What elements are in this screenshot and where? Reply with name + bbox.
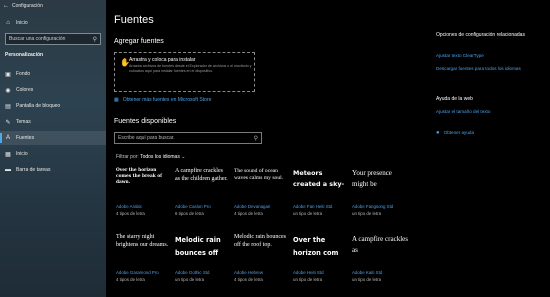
sidebar-item-label: Pantalla de bloqueo bbox=[16, 103, 61, 109]
font-icon: A bbox=[5, 135, 10, 141]
palette-icon: ◉ bbox=[5, 87, 11, 94]
font-name: Adobe Caslon Pro bbox=[175, 204, 211, 209]
cleartype-link[interactable]: Ajustar texto ClearType bbox=[436, 53, 546, 59]
font-card-adobe-kaiti-std[interactable]: A campfire crackles as Adobe Kaiti Std u… bbox=[350, 234, 408, 294]
sidebar-item-label: Colores bbox=[16, 87, 34, 93]
font-sample: Meteors created a sky- bbox=[293, 169, 345, 188]
font-count: 6 tipos de letra bbox=[175, 211, 204, 216]
add-fonts-heading: Agregar fuentes bbox=[114, 38, 164, 45]
web-help-heading: Ayuda de la web bbox=[436, 96, 473, 102]
drop-zone-title: Arrastra y coloca para instalar bbox=[129, 57, 196, 63]
font-sample: Melodic rain bounces off the roof top. bbox=[234, 234, 286, 248]
text-size-help-link[interactable]: Ajustar el tamaño del texto bbox=[436, 109, 546, 115]
store-icon: ▦ bbox=[114, 97, 119, 103]
window-title: Configuración bbox=[12, 3, 43, 9]
sidebar-item-colores[interactable]: ◉ Colores bbox=[0, 83, 106, 97]
filter-value: Todos los idiomas bbox=[140, 154, 180, 160]
font-card-adobe-devanagari[interactable]: The sound of ocean waves calms my soul. … bbox=[232, 168, 288, 228]
font-name: Adobe Fan Heiti Std bbox=[293, 204, 333, 209]
start-icon: ▦ bbox=[5, 151, 11, 158]
font-count: un tipo de letra bbox=[293, 277, 323, 282]
sidebar-item-label: Barra de tareas bbox=[16, 167, 51, 173]
language-filter[interactable]: Filtrar por: Todos los idiomas ⌄ bbox=[116, 154, 185, 160]
help-icon: ● bbox=[436, 130, 440, 136]
font-card-adobe-heiti-std[interactable]: Over the horizon com Adobe Heiti Std un … bbox=[291, 234, 347, 294]
download-fonts-link[interactable]: Descargar fuentes para todos los idiomas bbox=[436, 66, 546, 72]
search-icon[interactable]: ⚲ bbox=[254, 135, 258, 142]
search-placeholder: Buscar una configuración bbox=[9, 36, 66, 42]
home-icon: ⌂ bbox=[6, 20, 10, 26]
font-search-input[interactable]: Escribe aquí para buscar. ⚲ bbox=[114, 132, 262, 144]
sidebar-item-fondo[interactable]: ▣ Fondo bbox=[0, 67, 106, 81]
font-card-adobe-hebrew[interactable]: Melodic rain bounces off the roof top. A… bbox=[232, 234, 288, 294]
font-name: Adobe Heiti Std bbox=[293, 270, 324, 275]
font-count: 4 tipos de letra bbox=[234, 277, 263, 282]
font-card-adobe-gothic-std[interactable]: Melodic rain bounces off Adobe Gothic St… bbox=[173, 234, 229, 294]
back-arrow-icon[interactable]: ← bbox=[0, 3, 12, 9]
store-link-label: Obtener más fuentes en Microsoft Store bbox=[122, 97, 212, 103]
sidebar-item-temas[interactable]: ✎ Temas bbox=[0, 115, 106, 129]
sidebar: ← Configuración ⌂ Inicio Buscar una conf… bbox=[0, 0, 106, 297]
font-sample: Over the horizon com bbox=[293, 236, 339, 257]
page-title: Fuentes bbox=[114, 14, 154, 26]
filter-label: Filtrar por: bbox=[116, 154, 139, 160]
font-card-adobe-caslon-pro[interactable]: A campfire crackles as the children gath… bbox=[173, 168, 229, 228]
sidebar-item-label: Temas bbox=[16, 119, 31, 125]
font-card-adobe-garamond-pro[interactable]: The starry night brightens our dreams. A… bbox=[114, 234, 170, 294]
main-content: Fuentes Agregar fuentes ✋ Arrastra y col… bbox=[106, 0, 550, 297]
settings-search-input[interactable]: Buscar una configuración ⚲ bbox=[5, 33, 101, 45]
sidebar-item-label: Fuentes bbox=[16, 135, 35, 141]
font-search-placeholder: Escribe aquí para buscar. bbox=[118, 135, 175, 141]
chevron-down-icon: ⌄ bbox=[181, 154, 186, 160]
related-settings-heading: Opciones de configuración relacionadas bbox=[436, 32, 525, 38]
font-sample: The starry night brightens our dreams. bbox=[116, 234, 169, 248]
font-name: Adobe Gothic Std bbox=[175, 270, 210, 275]
sidebar-item-pantalla-de-bloqueo[interactable]: ▤ Pantalla de bloqueo bbox=[0, 99, 106, 113]
font-drop-zone[interactable]: ✋ Arrastra y coloca para instalar Arrast… bbox=[114, 52, 255, 92]
sidebar-item-barra-de-tareas[interactable]: ▬ Barra de tareas bbox=[0, 163, 106, 177]
get-help-label: Obtener ayuda bbox=[443, 130, 475, 135]
font-count: 4 tipos de letra bbox=[116, 277, 145, 282]
store-link[interactable]: ▦ Obtener más fuentes en Microsoft Store bbox=[114, 97, 211, 103]
search-icon[interactable]: ⚲ bbox=[93, 36, 97, 43]
font-sample: Melodic rain bounces off bbox=[175, 236, 221, 257]
font-name: Adobe Kaiti Std bbox=[352, 270, 383, 275]
font-card-adobe-fangsong-std[interactable]: Your presence might be Adobe Fangsong St… bbox=[350, 168, 406, 228]
sidebar-item-label: Inicio bbox=[16, 20, 28, 26]
taskbar-icon: ▬ bbox=[5, 167, 11, 173]
font-count: un tipo de letra bbox=[175, 277, 205, 282]
title-bar: ← Configuración bbox=[0, 0, 106, 12]
font-sample: Your presence might be bbox=[352, 169, 392, 188]
font-card-adobe-fan-heiti-std[interactable]: Meteors created a sky- Adobe Fan Heiti S… bbox=[291, 168, 347, 228]
font-card-adobe-arabic[interactable]: Over the horizon comes the break of dawn… bbox=[114, 168, 170, 228]
font-count: 4 tipos de letra bbox=[234, 211, 263, 216]
font-sample: The sound of ocean waves calms my soul. bbox=[234, 168, 284, 181]
font-sample: A campfire crackles as the children gath… bbox=[175, 168, 228, 182]
image-icon: ▣ bbox=[5, 71, 11, 78]
lock-screen-icon: ▤ bbox=[5, 103, 11, 110]
font-count: un tipo de letra bbox=[352, 277, 382, 282]
get-help-link[interactable]: ● Obtener ayuda bbox=[436, 130, 546, 136]
sidebar-item-inicio[interactable]: ▦ Inicio bbox=[0, 147, 106, 161]
sidebar-item-home[interactable]: ⌂ Inicio bbox=[0, 16, 106, 30]
font-name: Adobe Fangsong Std bbox=[352, 204, 394, 209]
font-name: Adobe Arabic bbox=[116, 204, 143, 209]
sidebar-item-fuentes[interactable]: A Fuentes bbox=[0, 131, 106, 145]
section-heading: Personalización bbox=[5, 52, 44, 58]
font-name: Adobe Devanagari bbox=[234, 204, 271, 209]
brush-icon: ✎ bbox=[5, 119, 11, 126]
font-sample: A campfire crackles as bbox=[352, 235, 408, 254]
sidebar-item-label: Inicio bbox=[16, 151, 28, 157]
font-name: Adobe Garamond Pro bbox=[116, 270, 159, 275]
font-sample: Over the horizon comes the break of dawn… bbox=[116, 168, 162, 185]
font-count: 4 tipos de letra bbox=[116, 211, 145, 216]
sidebar-item-label: Fondo bbox=[16, 71, 31, 77]
font-count: un tipo de letra bbox=[293, 211, 323, 216]
font-count: un tipo de letra bbox=[352, 211, 382, 216]
font-name: Adobe Hebrew bbox=[234, 270, 264, 275]
drop-zone-description: Arrastra archivos de fuentes desde el Ex… bbox=[129, 64, 252, 73]
available-fonts-heading: Fuentes disponibles bbox=[114, 118, 177, 125]
